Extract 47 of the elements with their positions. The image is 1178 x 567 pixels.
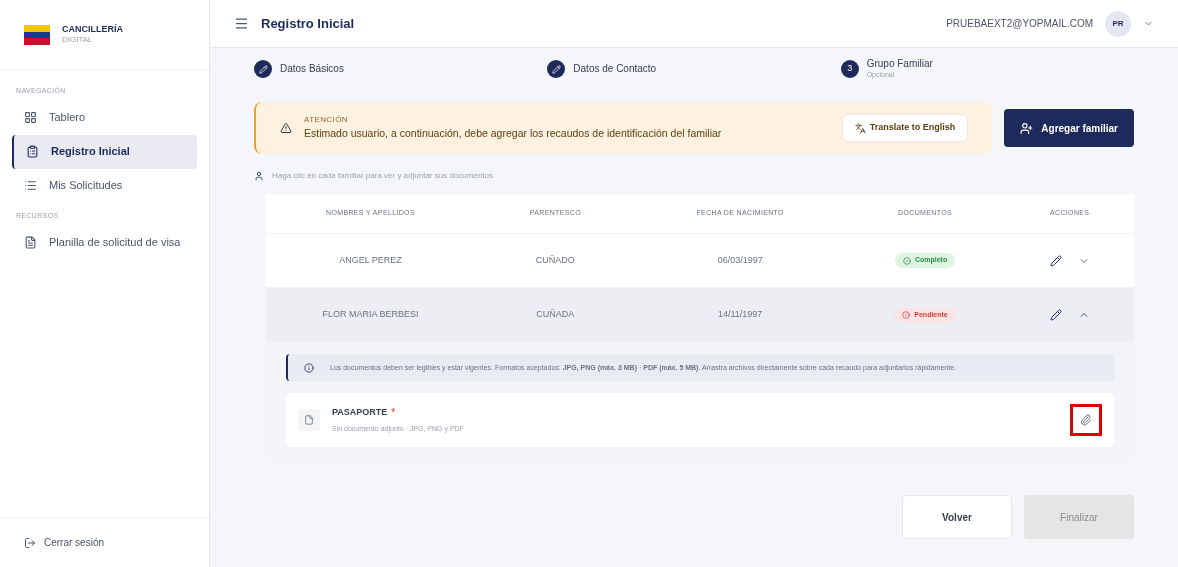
document-name: PASAPORTE xyxy=(332,406,388,420)
table-cell-text: CUÑADA xyxy=(535,308,576,322)
required-mark: * xyxy=(391,406,396,421)
nav-item[interactable]: Registro Inicial xyxy=(12,134,197,169)
nav-item[interactable]: Planilla de solicitud de visa xyxy=(12,225,197,259)
nav-item[interactable]: Tablero xyxy=(12,100,197,135)
add-family-button[interactable]: Agregar familiar xyxy=(1004,109,1134,147)
info-icon xyxy=(304,362,314,373)
table-cell-text: CUÑADO xyxy=(534,253,576,267)
step-done-icon xyxy=(547,60,566,78)
menu-icon[interactable] xyxy=(234,16,249,31)
edit-icon[interactable] xyxy=(1049,254,1062,267)
translate-button[interactable]: Translate to English xyxy=(841,114,969,142)
step-number: 3 xyxy=(840,60,859,78)
step-label: Grupo Familiar xyxy=(866,58,933,71)
flag-logo-icon xyxy=(24,24,50,45)
page-title: Registro Inicial xyxy=(261,14,355,33)
edit-icon[interactable] xyxy=(1049,309,1062,321)
nav-item[interactable]: Mis Solicitudes xyxy=(12,168,197,203)
table-cell-text: 06/03/1997 xyxy=(716,253,764,267)
step-label: Datos Básicos xyxy=(280,62,344,76)
table-cell-text: ANGEL PEREZ xyxy=(338,253,403,267)
hint-text: Haga clic en cada familiar para ver y adjuntar sus documentos xyxy=(272,170,493,182)
nav-icon xyxy=(26,145,39,158)
brand-subtitle: DIGITAL xyxy=(62,35,94,46)
table-cell-text: FLOR MARIA BERBESI xyxy=(321,308,420,322)
logout-button[interactable]: Cerrar sesión xyxy=(24,535,105,550)
person-icon xyxy=(254,171,264,181)
alert-message: Estimado usuario, a continuación, debe agregar los recaudos de identificación del familiar xyxy=(304,126,723,142)
back-button[interactable]: Volver xyxy=(902,495,1012,540)
step-done-icon xyxy=(254,60,272,78)
user-email: PRUEBAEXT2@YOPMAIL.COM xyxy=(946,17,1093,31)
alert-title: ATENCIÓN xyxy=(304,114,349,127)
nav-icon xyxy=(24,235,37,249)
add-user-icon xyxy=(1020,121,1034,135)
user-avatar[interactable]: PR xyxy=(1105,10,1131,37)
paperclip-icon xyxy=(1080,414,1092,427)
brand-name: CANCILLERÍA xyxy=(62,23,123,36)
document-icon xyxy=(304,415,314,426)
step-label: Datos de Contacto xyxy=(573,62,657,76)
logout-icon xyxy=(24,536,36,549)
table-cell-text: 14/11/1997 xyxy=(717,308,764,322)
nav-icon xyxy=(24,179,37,192)
nav-icon xyxy=(24,111,37,124)
warning-icon xyxy=(280,122,292,134)
translate-icon xyxy=(854,122,866,134)
attach-button[interactable] xyxy=(1070,404,1102,437)
